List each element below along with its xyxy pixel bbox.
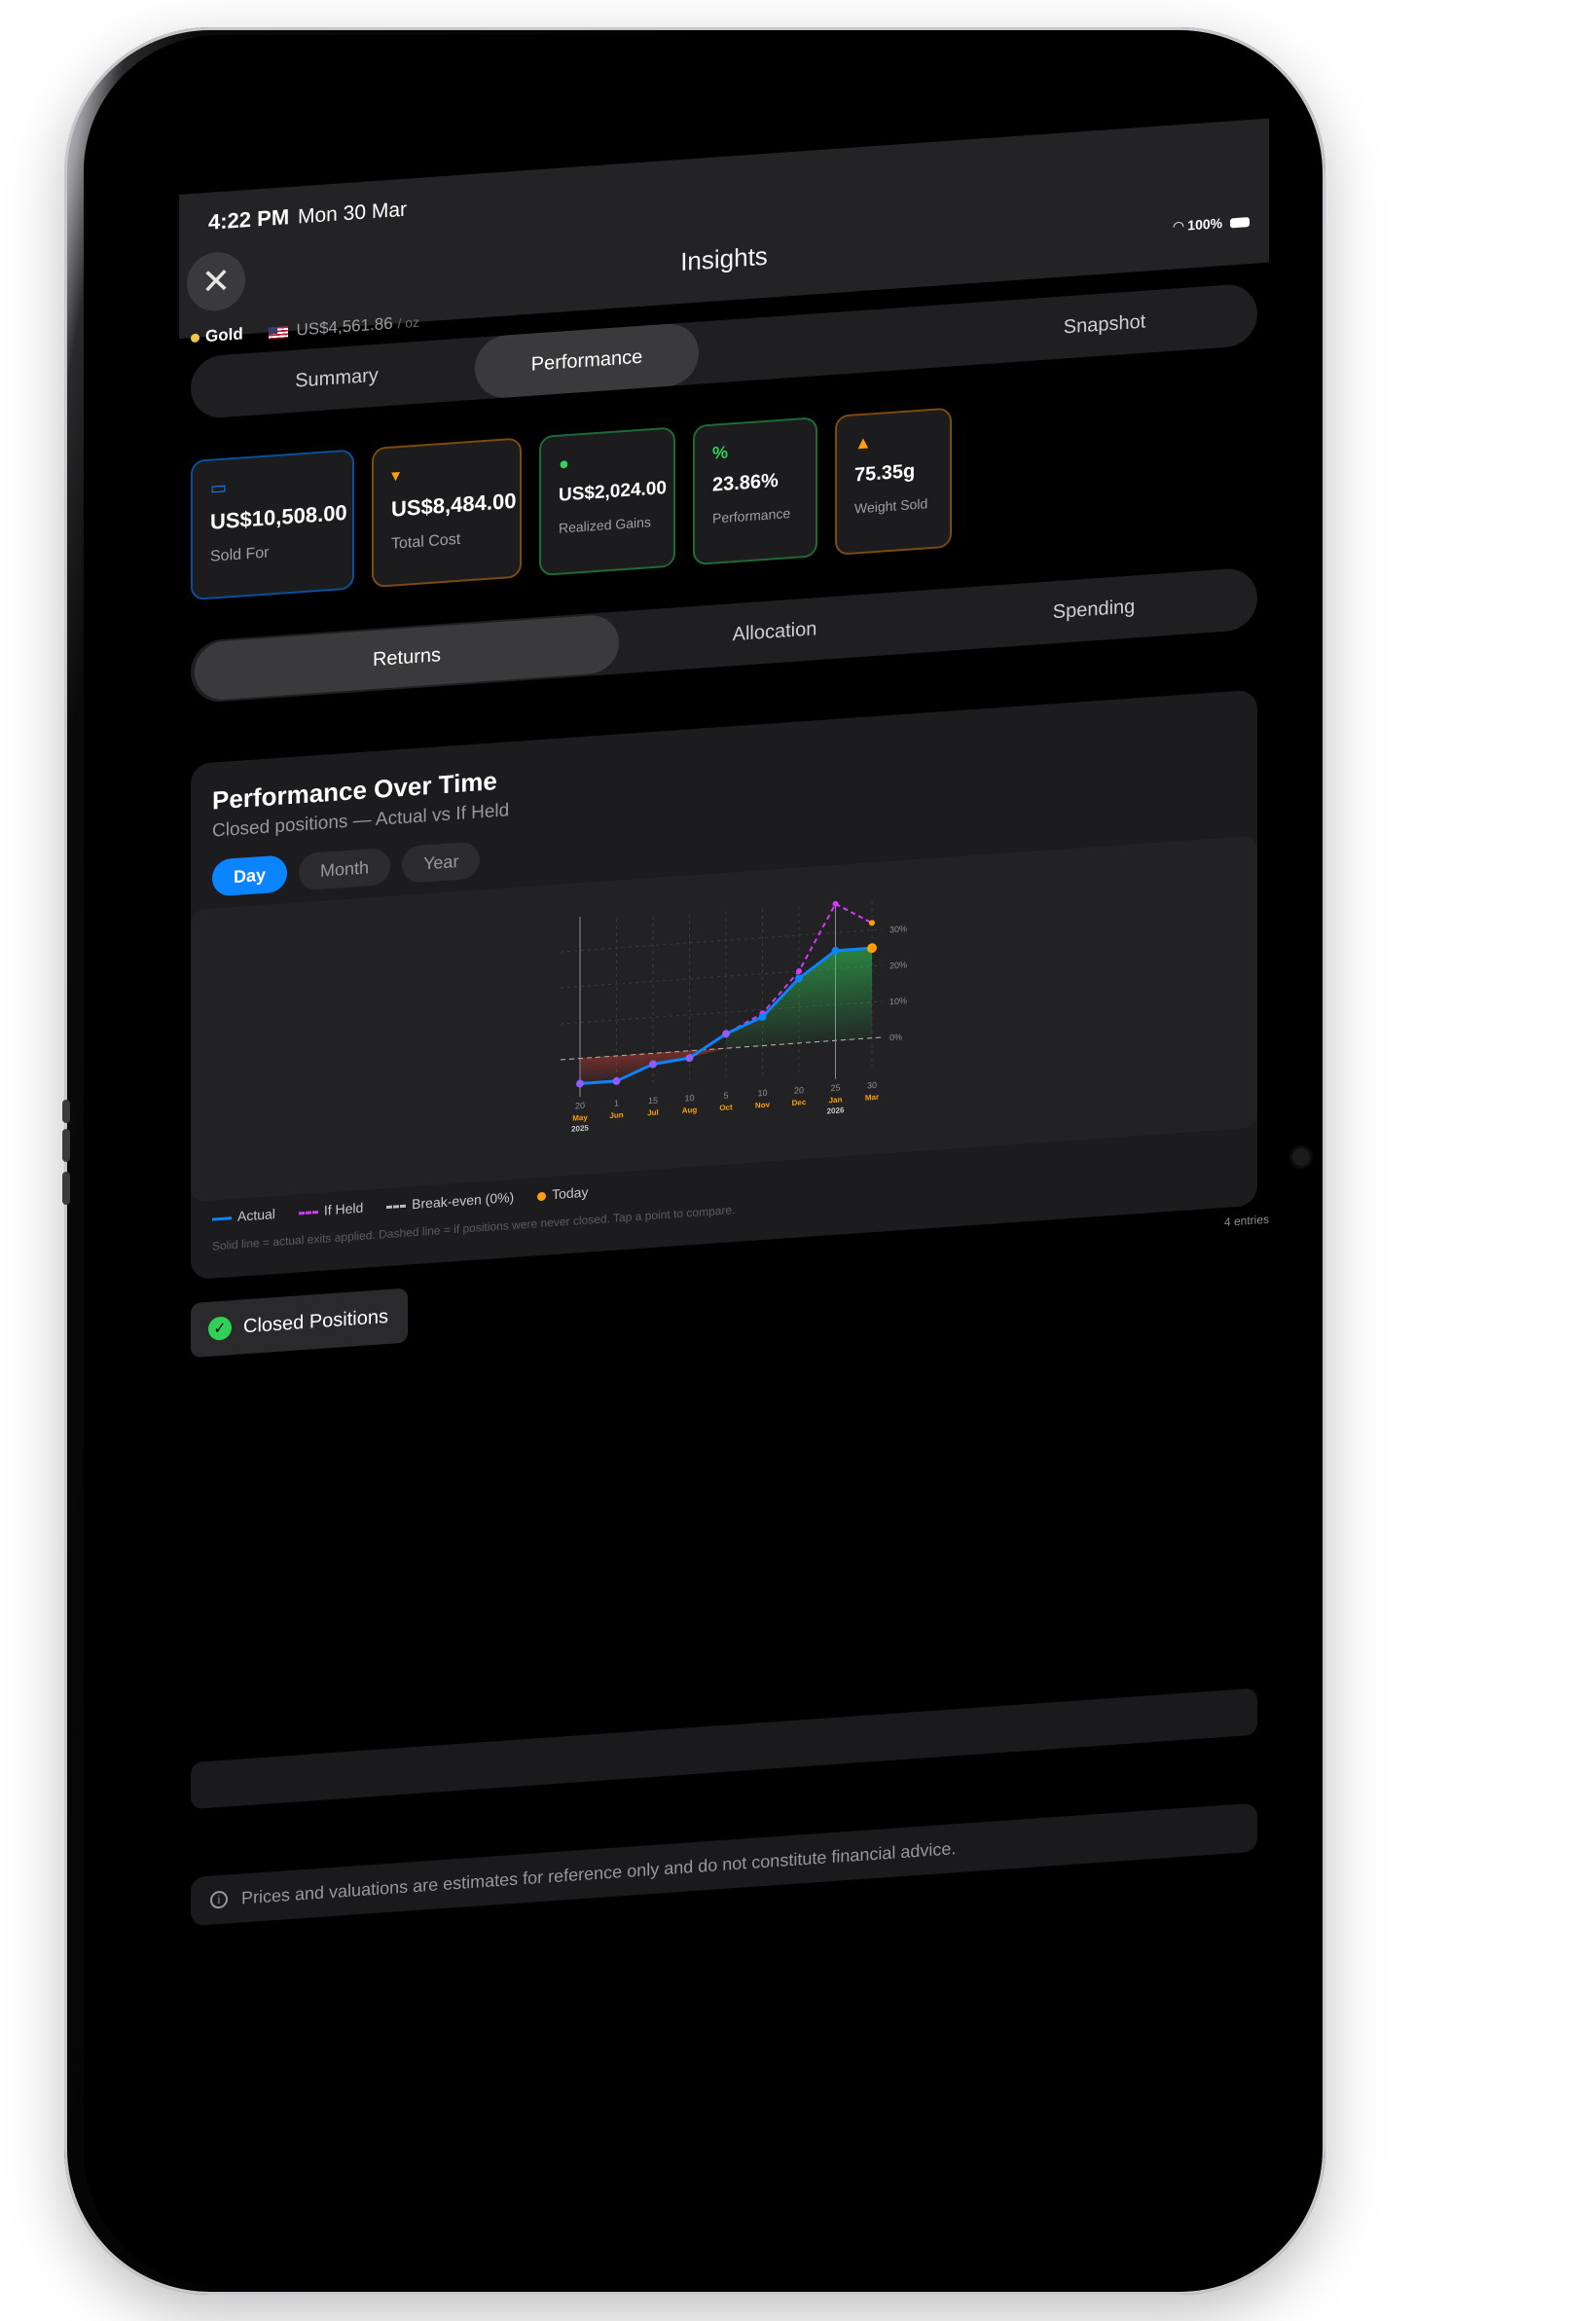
x-tick-day: 15 [648,1096,658,1106]
x-tick-month: Jun [609,1110,623,1120]
x-tick-month: Jul [647,1108,659,1118]
x-tick-day: 20 [794,1085,804,1096]
gold-dot-icon [191,333,200,344]
x-tick-year: 2025 [571,1124,589,1134]
cart-icon: ▾ [391,465,401,486]
card-label: Performance [712,505,791,526]
y-tick-label: 0% [889,1032,902,1042]
card-weight-sold: ▲ 75.35g Weight Sold [835,407,952,556]
entries-count: 4 entries [1223,1212,1269,1229]
tab-returns-label: Returns [372,644,442,671]
chart-plot-area: 30% 20% 10% 0% 20 May 2025 1 Jun 15 Jul 10 Aug 5 Oct 10… [191,835,1257,1203]
x-tick-day: 5 [723,1091,728,1101]
list-footer-bar [191,1687,1257,1810]
closed-positions-button[interactable]: ✓ Closed Positions [191,1287,408,1359]
gain-arrow-icon: ● [559,453,569,474]
info-icon: i [210,1890,228,1909]
legend-breakeven: Break-even (0%) [386,1189,514,1214]
tab-snapshot-label: Snapshot [1063,310,1146,339]
tab-spending-label: Spending [1052,596,1136,624]
tab-returns[interactable]: Returns [195,613,619,702]
range-year-button[interactable]: Year [402,841,481,884]
status-time: 4:22 PM [208,204,290,235]
status-date: Mon 30 Mar [298,198,408,229]
tab-spending[interactable]: Spending [930,567,1257,652]
legend-if-held: If Held [298,1200,363,1220]
card-value: 23.86% [712,469,779,496]
card-value: US$8,484.00 [391,488,517,522]
legend-actual: Actual [212,1206,275,1226]
actual-point [867,943,877,954]
x-tick-month: Nov [755,1101,771,1110]
legend-today: Today [537,1184,588,1204]
card-label: Total Cost [391,530,461,553]
tab-allocation[interactable]: Allocation [619,590,930,673]
wifi-icon: ◠ [1173,217,1184,235]
tab-performance-label: Performance [530,345,643,376]
card-label: Weight Sold [854,495,928,517]
card-label: Realized Gains [559,514,651,536]
card-value: US$10,508.00 [210,499,347,534]
y-tick-label: 10% [889,996,907,1006]
side-button [62,1100,70,1123]
card-performance: % 23.86% Performance [693,417,817,566]
app-screen: 4:22 PM Mon 30 Mar ✕ Insights ◠ 100% Gol… [179,118,1269,1966]
x-tick-month: Jan [829,1095,843,1105]
x-tick-year: 2026 [827,1106,845,1115]
x-tick-day: 10 [684,1093,694,1104]
x-tick-month: Dec [792,1098,807,1107]
tab-snapshot[interactable]: Snapshot [699,283,1257,384]
card-value: 75.35g [854,460,916,487]
x-tick-month: Oct [719,1103,733,1112]
card-realized-gains: ● US$2,024.00 Realized Gains [539,426,675,577]
performance-chart-card: Performance Over Time Closed positions —… [191,689,1257,1281]
card-label: Sold For [210,544,270,565]
battery-icon [1230,217,1250,229]
y-tick-label: 20% [889,960,907,970]
range-month-button[interactable]: Month [299,847,391,891]
if-held-point [796,967,802,974]
volume-down-button [62,1172,70,1205]
x-tick-day: 25 [830,1082,840,1093]
tab-summary-label: Summary [295,364,379,392]
range-selector: Day Month Year [212,841,491,897]
card-total-cost: ▾ US$8,484.00 Total Cost [372,437,522,589]
x-tick-month: Mar [865,1093,879,1103]
tab-summary[interactable]: Summary [191,337,483,419]
x-tick-day: 10 [757,1088,767,1099]
asset-name: Gold [205,324,243,346]
performance-line-chart[interactable]: 30%20%10%0%20May20251Jun15Jul10Aug5Oct10… [191,836,1257,1203]
range-day-button[interactable]: Day [212,854,288,897]
x-tick-day: 20 [575,1101,585,1111]
front-camera [1292,1148,1310,1166]
closed-positions-label: Closed Positions [243,1305,388,1337]
volume-up-button [62,1129,70,1162]
weight-icon: ▲ [854,432,872,453]
x-tick-month: May [572,1113,588,1123]
y-tick-label: 30% [889,924,907,934]
asset-unit: / oz [397,313,420,332]
x-tick-day: 1 [614,1098,619,1107]
card-value: US$2,024.00 [559,477,667,506]
x-tick-month: Aug [682,1106,698,1115]
tab-allocation-label: Allocation [732,618,817,646]
card-sold-for: ▭ US$10,508.00 Sold For [191,449,354,601]
battery-level: 100% [1187,215,1223,234]
sub-tabs: Returns Allocation Spending [191,566,1257,705]
us-flag-icon [269,325,289,340]
checkmark-icon: ✓ [208,1316,232,1341]
cash-icon: ▭ [210,477,228,498]
actual-point [576,1079,584,1088]
percent-icon: % [712,442,729,463]
tab-performance[interactable]: Performance [475,321,699,400]
disclaimer-text: Prices and valuations are estimates for … [241,1837,957,1908]
x-tick-day: 30 [867,1080,877,1091]
